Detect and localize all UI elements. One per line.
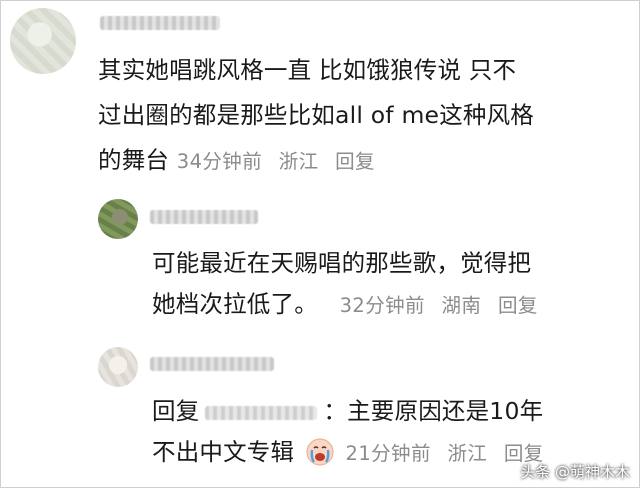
avatar[interactable] [10,8,76,74]
avatar[interactable] [98,199,138,239]
mentioned-username-blurred[interactable] [205,405,318,420]
reply-colon: ： [323,397,348,425]
comment-text-line-2: 过出圈的都是那些比如all of me这种风格 [98,101,534,129]
reply-button[interactable]: 回复 [498,294,538,317]
reply-prefix: 回复 [152,397,200,425]
reply-text-line-1-with-mention: 回复 ：主要原因还是10年 [152,389,543,434]
username-blurred[interactable] [100,16,220,30]
reply-text-line-2-with-meta: 她档次拉低了。 32分钟前 湖南 回复 [152,282,548,328]
reply-location: 浙江 [447,442,488,465]
reply-text-line-2-with-meta: 不出中文专辑 21分钟前 浙江 回复 [152,430,554,476]
reply-location: 湖南 [441,294,482,317]
reply-time: 21分钟前 [345,442,431,465]
reply-text-line-1: 可能最近在天赐唱的那些歌，觉得把 [152,249,532,277]
comment-text-line-3: 的舞台 [98,146,170,174]
reply-meta: 32分钟前 湖南 回复 [340,294,548,317]
reply-text-line-2: 她档次拉低了。 [152,290,318,318]
comment-time: 34分钟前 [176,150,263,173]
avatar[interactable] [98,347,138,387]
reply-text-line-2: 不出中文专辑 [152,438,295,466]
username-blurred[interactable] [150,210,258,224]
comment-text-line-1: 其实她唱跳风格一直 比如饿狼传说 只不 [98,56,517,84]
reply-text-line-1: 主要原因还是10年 [347,397,544,425]
comment-location: 浙江 [278,150,319,173]
username-blurred[interactable] [150,357,274,371]
comment-text-line-3-with-meta: 的舞台 34分钟前 浙江 回复 [98,138,385,184]
crying-face-icon [306,438,334,466]
reply-time: 32分钟前 [339,294,425,317]
reply-button[interactable]: 回复 [335,150,375,173]
watermark: 头条 @萌神木木 [520,463,630,481]
comment-meta: 34分钟前 浙江 回复 [177,150,385,173]
